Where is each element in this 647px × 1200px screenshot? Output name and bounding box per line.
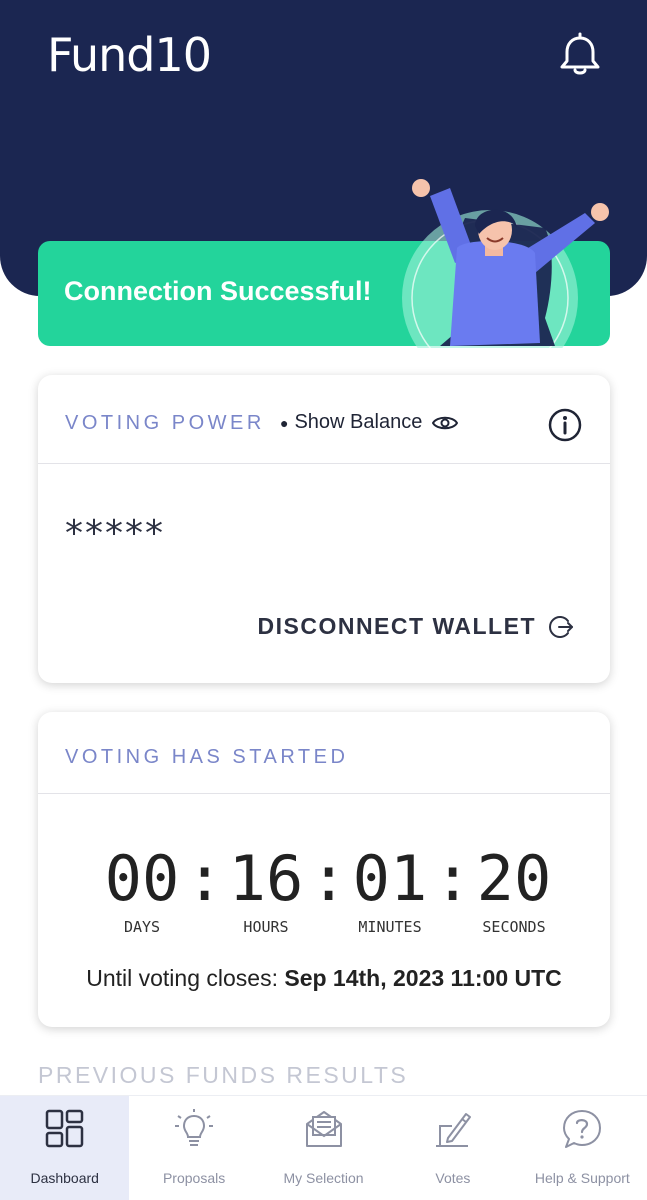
voting-power-label: VOTING POWER (65, 412, 265, 434)
dashboard-icon (45, 1109, 83, 1148)
balance-masked: ***** (65, 513, 165, 554)
countdown-hours: 16 HOURS (222, 842, 310, 937)
nav-label: Help & Support (534, 1170, 630, 1186)
countdown: 00 DAYS : 16 HOURS : 01 MINUTES : 20 SEC… (98, 842, 558, 937)
nav-label: Dashboard (30, 1170, 99, 1186)
banner-text: Connection Successful! (64, 276, 372, 306)
voting-power-header: VOTING POWER ● Show Balance (38, 375, 610, 464)
hours-label: HOURS (243, 918, 289, 936)
previous-funds-title: PREVIOUS FUNDS RESULTS (38, 1062, 409, 1088)
nav-votes[interactable]: Votes (388, 1096, 517, 1200)
info-icon[interactable] (548, 408, 582, 442)
until-prefix: Until voting closes: (86, 965, 278, 991)
voting-status-label: VOTING HAS STARTED (65, 746, 349, 768)
celebrating-woman-illustration (402, 179, 609, 348)
nav-my-selection[interactable]: My Selection (259, 1096, 388, 1200)
nav-proposals[interactable]: Proposals (129, 1096, 258, 1200)
days-label: DAYS (123, 918, 161, 936)
voting-timer-card: VOTING HAS STARTED 00 DAYS : 16 HOURS : … (38, 712, 610, 1027)
nav-label: Proposals (162, 1170, 226, 1186)
nav-label: My Selection (283, 1170, 364, 1186)
bell-icon[interactable] (555, 30, 605, 80)
seconds-value: 20 (476, 842, 552, 915)
bottom-nav: Dashboard Proposals My Selection Votes H… (0, 1095, 647, 1200)
colon-separator: : (310, 842, 348, 915)
minutes-label: MINUTES (358, 918, 422, 936)
countdown-minutes: 01 MINUTES (346, 842, 434, 937)
nav-help-support[interactable]: Help & Support (518, 1096, 647, 1200)
logout-icon (549, 615, 573, 638)
nav-dashboard[interactable]: Dashboard (0, 1096, 130, 1200)
voting-timer-header: VOTING HAS STARTED (38, 712, 610, 794)
until-date: Sep 14th, 2023 11:00 UTC (284, 965, 562, 991)
bullet: ● (280, 414, 289, 431)
help-bubble-icon (563, 1110, 602, 1148)
eye-icon[interactable] (432, 413, 459, 433)
voting-power-card: VOTING POWER ● Show Balance ***** DISCON… (38, 375, 610, 683)
disconnect-wallet-button[interactable]: DISCONNECT WALLET (258, 613, 575, 640)
lightbulb-icon (175, 1109, 214, 1146)
disconnect-wallet-label: DISCONNECT WALLET (257, 613, 536, 639)
app-title: Fund10 (47, 28, 212, 82)
minutes-value: 01 (352, 842, 428, 915)
hours-value: 16 (228, 842, 304, 915)
show-balance-toggle[interactable]: ● Show Balance (280, 411, 459, 434)
countdown-days: 00 DAYS (98, 842, 186, 937)
vote-pen-icon (435, 1113, 471, 1147)
colon-separator: : (434, 842, 472, 915)
show-balance-label: Show Balance (294, 411, 423, 433)
seconds-label: SECONDS (482, 918, 546, 936)
colon-separator: : (186, 842, 224, 915)
days-value: 00 (104, 842, 180, 915)
nav-label: Votes (435, 1170, 471, 1186)
voting-close-time: Until voting closes: Sep 14th, 2023 11:0… (38, 965, 610, 992)
envelope-icon (305, 1111, 342, 1147)
countdown-seconds: 20 SECONDS (470, 842, 558, 937)
